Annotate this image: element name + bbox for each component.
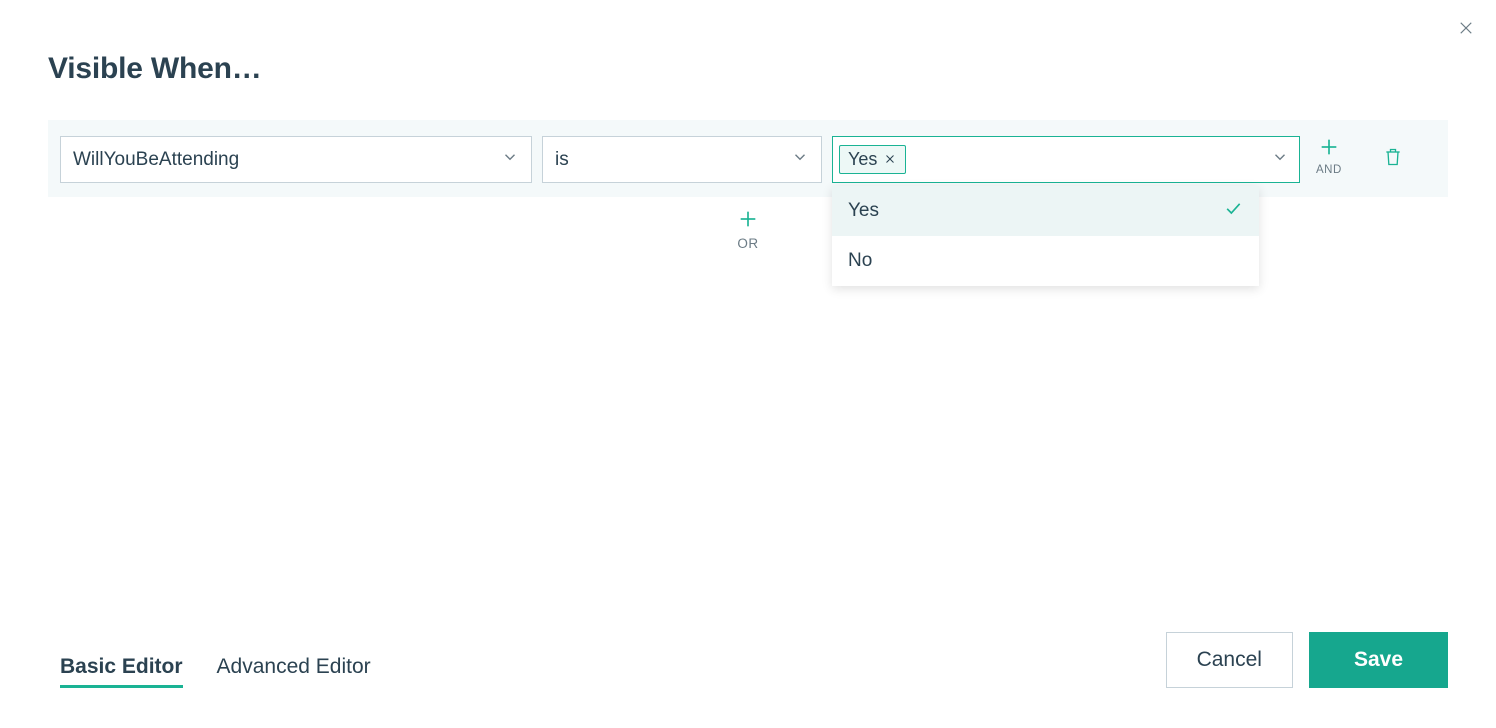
chevron-down-icon	[1271, 148, 1289, 172]
value-dropdown: Yes No	[832, 186, 1259, 286]
trash-icon	[1383, 146, 1403, 173]
operator-select-value: is	[555, 149, 569, 171]
delete-condition-button[interactable]	[1382, 148, 1404, 170]
close-icon	[1457, 19, 1475, 42]
tab-label: Basic Editor	[60, 655, 183, 678]
dropdown-option-label: Yes	[848, 200, 879, 222]
field-select[interactable]: WillYouBeAttending	[60, 136, 532, 183]
cancel-button[interactable]: Cancel	[1166, 632, 1293, 688]
button-label: Cancel	[1197, 648, 1262, 672]
chevron-down-icon	[791, 148, 809, 172]
close-dialog-button[interactable]	[1456, 20, 1476, 40]
value-chip: Yes	[839, 145, 906, 174]
add-and-condition-button[interactable]: AND	[1316, 136, 1342, 176]
value-select[interactable]: Yes Yes	[832, 136, 1300, 183]
dropdown-option-yes[interactable]: Yes	[832, 186, 1259, 236]
plus-icon	[737, 208, 759, 235]
condition-row: WillYouBeAttending is Yes	[48, 120, 1448, 197]
and-label: AND	[1316, 164, 1342, 176]
dialog-buttons: Cancel Save	[1166, 632, 1448, 688]
editor-tabs: Basic Editor Advanced Editor	[60, 655, 371, 688]
tab-label: Advanced Editor	[217, 655, 371, 678]
field-select-value: WillYouBeAttending	[73, 149, 239, 171]
button-label: Save	[1354, 648, 1403, 672]
check-icon	[1223, 198, 1243, 224]
dialog-footer: Basic Editor Advanced Editor Cancel Save	[60, 632, 1448, 688]
dialog-title: Visible When…	[48, 52, 262, 86]
chevron-down-icon	[501, 148, 519, 172]
tab-advanced-editor[interactable]: Advanced Editor	[217, 655, 371, 688]
remove-value-button[interactable]	[883, 153, 897, 167]
tab-basic-editor[interactable]: Basic Editor	[60, 655, 183, 688]
operator-select[interactable]: is	[542, 136, 822, 183]
plus-icon	[1318, 136, 1340, 163]
value-chip-label: Yes	[848, 149, 877, 170]
close-icon	[884, 149, 896, 170]
save-button[interactable]: Save	[1309, 632, 1448, 688]
dropdown-option-label: No	[848, 250, 872, 272]
dropdown-option-no[interactable]: No	[832, 236, 1259, 286]
or-label: OR	[737, 236, 758, 251]
add-or-condition-button[interactable]: OR	[0, 208, 1496, 251]
